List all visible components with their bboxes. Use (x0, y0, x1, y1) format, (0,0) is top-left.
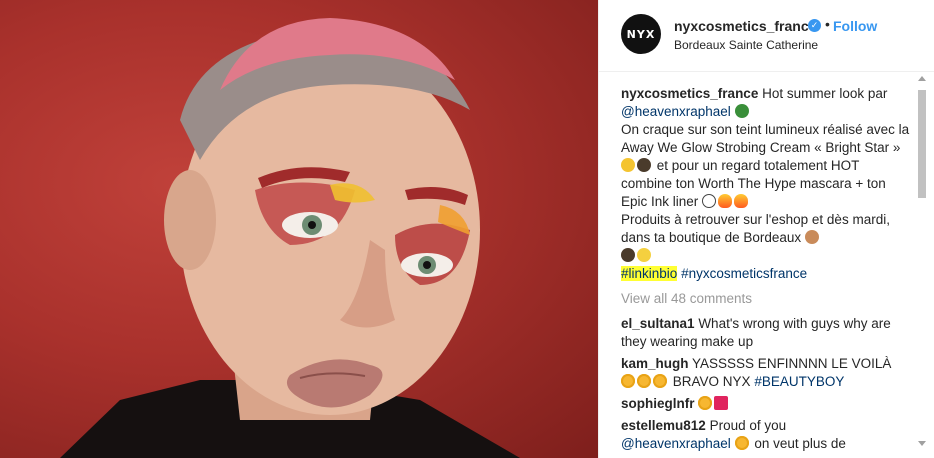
comments-scrollbar[interactable] (916, 76, 928, 458)
post-sidebar: NYX nyxcosmetics_france ✓ • Follow Borde… (598, 0, 934, 458)
photo-illustration (60, 18, 520, 458)
comment-hashtag[interactable]: #BEAUTYBOY (754, 374, 844, 389)
fire-emoji-icon (718, 194, 733, 208)
heart-eyes-emoji-icon (698, 396, 713, 410)
comment-item: estellemu812 Proud of you @heavenxraphae… (621, 417, 911, 453)
view-all-comments-link[interactable]: View all 48 comments (621, 290, 911, 308)
comment-username[interactable]: kam_hugh (621, 356, 689, 371)
heart-eyes-emoji-icon (621, 374, 635, 388)
verified-badge-icon: ✓ (808, 19, 821, 32)
caption-text-2: On craque sur son teint lumineux réalisé… (621, 122, 910, 155)
comment-item: sophieglnfr (621, 395, 911, 413)
location-link[interactable]: Bordeaux Sainte Catherine (674, 38, 818, 52)
comment-text-b: BRAVO NYX (672, 374, 751, 389)
scroll-up-arrow-icon[interactable] (918, 76, 926, 81)
party-emoji-icon (637, 248, 651, 262)
post-photo[interactable] (0, 0, 598, 458)
comment-text-cont: on veut plus de (754, 436, 846, 451)
caption-text-4: Produits à retrouver sur l'eshop et dès … (621, 212, 890, 245)
separator-dot: • (825, 16, 830, 32)
scroll-thumb[interactable] (918, 90, 926, 198)
fire-emoji-icon (734, 194, 749, 208)
hashtag-linkinbio[interactable]: #linkinbio (621, 266, 678, 281)
hashtag-nyxcosmeticsfrance[interactable]: #nyxcosmeticsfrance (681, 266, 807, 281)
comments-section: nyxcosmetics_france Hot summer look par … (621, 85, 911, 457)
post-header: NYX nyxcosmetics_france ✓ • Follow Borde… (599, 0, 934, 72)
caption-username[interactable]: nyxcosmetics_france (621, 86, 758, 101)
comment-mention[interactable]: @heavenxraphael (621, 436, 731, 451)
caption-mention[interactable]: @heavenxraphael (621, 104, 731, 119)
comment-text: YASSSSS ENFINNNN LE VOILÀ (692, 356, 892, 371)
comment-username[interactable]: sophieglnfr (621, 396, 695, 411)
scroll-down-arrow-icon[interactable] (918, 441, 926, 446)
heart-eyes-emoji-icon (734, 436, 749, 450)
avatar[interactable]: NYX (621, 14, 661, 54)
heart-icon (714, 396, 729, 410)
palm-tree-icon (734, 104, 749, 118)
heart-eyes-emoji-icon (637, 374, 651, 388)
comment-text: Proud of you (709, 418, 787, 433)
eyes-emoji-icon (702, 194, 717, 208)
comment-item: kam_hugh YASSSSS ENFINNNN LE VOILÀ BRAVO… (621, 355, 911, 391)
comment-username[interactable]: estellemu812 (621, 418, 706, 433)
caption-text-3: et pour un regard totalement HOT combine… (621, 158, 886, 209)
follow-button[interactable]: Follow (833, 18, 877, 34)
avatar-label: NYX (626, 27, 656, 41)
header-username[interactable]: nyxcosmetics_france (674, 18, 816, 34)
face-emoji-icon (621, 158, 635, 172)
sunglasses-emoji-icon (637, 158, 651, 172)
caption-text-1: Hot summer look par (762, 86, 888, 101)
comment-item: el_sultana1 What's wrong with guys why a… (621, 315, 911, 351)
caption: nyxcosmetics_france Hot summer look par … (621, 85, 911, 283)
heart-eyes-emoji-icon (653, 374, 667, 388)
comment-username[interactable]: el_sultana1 (621, 316, 695, 331)
clover-emoji-icon (621, 248, 635, 262)
pray-emoji-icon (804, 230, 819, 244)
